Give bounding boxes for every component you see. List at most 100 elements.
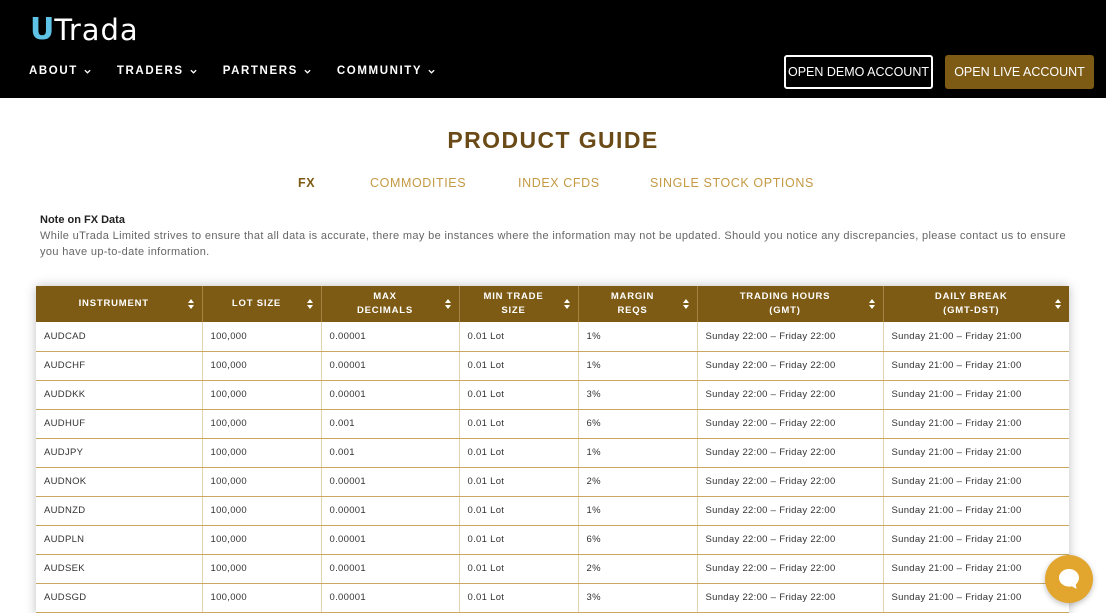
table-cell: 0.01 Lot <box>459 322 579 352</box>
table-cell: 3% <box>578 380 698 410</box>
table-cell: Sunday 21:00 – Friday 21:00 <box>883 351 1069 381</box>
table-cell: 100,000 <box>202 525 322 555</box>
table-cell: 3% <box>578 583 698 613</box>
tab-commodities[interactable]: COMMODITIES <box>370 176 466 190</box>
table-row: AUDHUF 100,000 0.001 0.01 Lot 6% Sunday 22:00… <box>36 409 1069 439</box>
table-row: AUDNOK 100,000 0.00001 0.01 Lot 2% Sunday 22:… <box>36 467 1069 497</box>
column-header-label-line2: DECIMALS <box>356 305 413 316</box>
table-cell: 0.00001 <box>321 351 460 381</box>
column-header-label: INSTRUMENT <box>78 298 149 309</box>
table-cell: 0.01 Lot <box>459 525 579 555</box>
table-cell: Sunday 21:00 – Friday 21:00 <box>883 525 1069 555</box>
table-cell: 100,000 <box>202 351 322 381</box>
table-cell: 0.001 <box>321 409 460 439</box>
table-cell: 0.01 Lot <box>459 409 579 439</box>
column-header-label-line2: REQS <box>617 305 648 316</box>
nav-item-partners[interactable]: PARTNERS <box>223 63 311 79</box>
column-header-label: MIN TRADE <box>483 291 544 302</box>
column-header-label: DAILY BREAK <box>934 291 1008 302</box>
table-cell: Sunday 21:00 – Friday 21:00 <box>883 322 1069 352</box>
table-cell: Sunday 22:00 – Friday 22:00 <box>697 380 884 410</box>
table-cell: 2% <box>578 467 698 497</box>
tab-single-stock-options[interactable]: SINGLE STOCK OPTIONS <box>650 176 814 190</box>
table-cell: 0.01 Lot <box>459 554 579 584</box>
table-cell: Sunday 22:00 – Friday 22:00 <box>697 496 884 526</box>
table-row: AUDNZD 100,000 0.00001 0.01 Lot 1% Sunday 22:… <box>36 496 1069 526</box>
column-header[interactable]: DAILY BREAK (GMT-DST) <box>883 286 1069 322</box>
table-cell: 0.01 Lot <box>459 583 579 613</box>
table-cell: 0.00001 <box>321 322 460 352</box>
table-cell: AUDSEK <box>36 554 203 584</box>
column-header-label: MAX <box>373 291 397 302</box>
utrada-logo[interactable]: U Trada <box>30 12 139 48</box>
table-row: AUDCAD 100,000 0.00001 0.01 Lot 1% Sunday 22:… <box>36 322 1069 352</box>
tab-fx[interactable]: FX <box>298 176 315 190</box>
table-cell: AUDDKK <box>36 380 203 410</box>
table-cell: 0.00001 <box>321 583 460 613</box>
table-cell: Sunday 22:00 – Friday 22:00 <box>697 409 884 439</box>
table-cell: 100,000 <box>202 554 322 584</box>
sort-icon <box>868 299 875 309</box>
table-cell: 100,000 <box>202 496 322 526</box>
fx-data-table: INSTRUMENT LOT SIZE MAX DECIMALS MIN TRADE SI… <box>36 286 1069 613</box>
table-row: AUDCHF 100,000 0.00001 0.01 Lot 1% Sunday 22:… <box>36 351 1069 381</box>
table-cell: Sunday 22:00 – Friday 22:00 <box>697 322 884 352</box>
table-cell: 100,000 <box>202 583 322 613</box>
column-header[interactable]: MARGIN REQS <box>578 286 698 322</box>
table-cell: Sunday 22:00 – Friday 22:00 <box>697 438 884 468</box>
chevron-down-icon <box>84 69 91 74</box>
table-cell: 0.01 Lot <box>459 380 579 410</box>
column-header[interactable]: INSTRUMENT <box>36 286 203 322</box>
chat-button[interactable] <box>1045 555 1093 603</box>
column-header[interactable]: MIN TRADE SIZE <box>459 286 579 322</box>
table-cell: 100,000 <box>202 467 322 497</box>
sort-icon <box>682 299 689 309</box>
column-header-label: MARGIN <box>610 291 655 302</box>
table-cell: 0.00001 <box>321 554 460 584</box>
table-cell: 0.01 Lot <box>459 467 579 497</box>
table-cell: AUDNOK <box>36 467 203 497</box>
open-demo-account-button[interactable]: OPEN DEMO ACCOUNT <box>784 55 933 89</box>
page-title: PRODUCT GUIDE <box>447 127 659 153</box>
table-cell: Sunday 21:00 – Friday 21:00 <box>883 438 1069 468</box>
open-live-account-button[interactable]: OPEN LIVE ACCOUNT <box>945 55 1094 89</box>
column-header[interactable]: MAX DECIMALS <box>321 286 460 322</box>
nav-item-label: PARTNERS <box>222 65 298 77</box>
table-cell: AUDNZD <box>36 496 203 526</box>
table-cell: 0.001 <box>321 438 460 468</box>
table-cell: Sunday 21:00 – Friday 21:00 <box>883 496 1069 526</box>
table-row: AUDSGD 100,000 0.00001 0.01 Lot 3% Sunday 22:… <box>36 583 1069 613</box>
table-cell: Sunday 21:00 – Friday 21:00 <box>883 380 1069 410</box>
column-header[interactable]: LOT SIZE <box>202 286 322 322</box>
sort-icon <box>306 299 313 309</box>
nav-item-traders[interactable]: TRADERS <box>117 63 197 79</box>
column-header-label-line2: SIZE <box>501 305 526 316</box>
nav-item-label: COMMUNITY <box>336 65 423 77</box>
note-text: While uTrada Limited strives to ensure t… <box>40 230 1066 258</box>
tab-index-cfds[interactable]: INDEX CFDS <box>518 176 600 190</box>
table-cell: Sunday 22:00 – Friday 22:00 <box>697 351 884 381</box>
table-cell: 0.00001 <box>321 467 460 497</box>
table-cell: 0.00001 <box>321 496 460 526</box>
table-cell: Sunday 21:00 – Friday 21:00 <box>883 554 1069 584</box>
table-cell: 100,000 <box>202 438 322 468</box>
sort-icon <box>187 299 194 309</box>
nav-item-community[interactable]: COMMUNITY <box>337 63 435 79</box>
table-cell: 0.00001 <box>321 525 460 555</box>
table-cell: Sunday 22:00 – Friday 22:00 <box>697 525 884 555</box>
sort-icon <box>1055 299 1061 309</box>
site-header: U Trada ABOUT TRADERS PARTNERS COMMUNITY … <box>0 0 1106 98</box>
table-cell: 6% <box>578 409 698 439</box>
table-cell: AUDCHF <box>36 351 203 381</box>
nav-item-about[interactable]: ABOUT <box>29 63 91 79</box>
table-cell: 1% <box>578 351 698 381</box>
table-row: AUDPLN 100,000 0.00001 0.01 Lot 6% Sunday 22:… <box>36 525 1069 555</box>
table-cell: 100,000 <box>202 380 322 410</box>
column-header[interactable]: TRADING HOURS (GMT) <box>697 286 884 322</box>
nav-item-label: TRADERS <box>116 65 184 77</box>
table-body: AUDCAD 100,000 0.00001 0.01 Lot 1% Sunday 22:… <box>36 322 1069 613</box>
logo-text: Trada <box>54 13 139 47</box>
table-cell: AUDHUF <box>36 409 203 439</box>
table-header-row: INSTRUMENT LOT SIZE MAX DECIMALS MIN TRADE SI… <box>36 286 1069 322</box>
table-cell: 100,000 <box>202 409 322 439</box>
